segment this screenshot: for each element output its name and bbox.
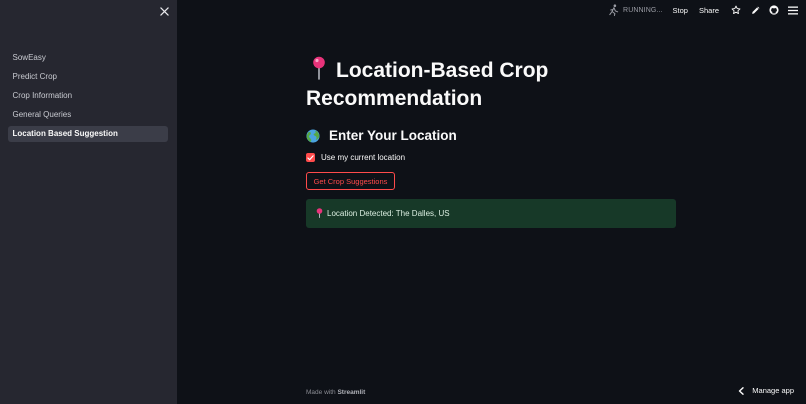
streamlit-link[interactable]: Streamlit xyxy=(337,389,365,396)
checkmark-icon xyxy=(307,154,314,160)
manage-app-label: Manage app xyxy=(752,386,794,395)
sidebar-item-predict-crop[interactable]: Predict Crop xyxy=(8,69,168,85)
stop-button[interactable]: Stop xyxy=(673,6,688,15)
main-content: Location-Based Crop Recommendation Enter… xyxy=(306,56,678,228)
github-icon[interactable] xyxy=(768,4,780,16)
close-sidebar-icon[interactable] xyxy=(157,4,171,18)
page-title: Location-Based Crop Recommendation xyxy=(306,56,678,113)
sidebar-nav: SowEasy Predict Crop Crop Information Ge… xyxy=(8,50,168,144)
round-pushpin-icon xyxy=(313,56,325,80)
share-button[interactable]: Share xyxy=(699,6,719,15)
sidebar-item-general-queries[interactable]: General Queries xyxy=(8,107,168,123)
globe-icon xyxy=(306,128,320,143)
sidebar-item-crop-information[interactable]: Crop Information xyxy=(8,88,168,104)
running-person-icon xyxy=(609,4,619,16)
location-detected-alert: Location Detected: The Dalles, US xyxy=(306,198,676,228)
footer-prefix: Made with xyxy=(306,389,336,396)
sidebar-item-location-based-suggestion[interactable]: Location Based Suggestion xyxy=(8,125,168,142)
manage-app-button[interactable]: Manage app xyxy=(738,386,794,395)
sidebar: SowEasy Predict Crop Crop Information Ge… xyxy=(0,0,177,404)
page-title-text: Location-Based Crop Recommendation xyxy=(306,59,549,110)
use-current-location-checkbox-row[interactable]: Use my current location xyxy=(306,153,678,162)
section-subheader-text: Enter Your Location xyxy=(329,128,457,143)
top-toolbar: RUNNING... Stop Share xyxy=(608,0,806,20)
hamburger-menu-icon[interactable] xyxy=(787,4,799,16)
use-current-location-checkbox[interactable] xyxy=(306,153,315,162)
running-status-text: RUNNING... xyxy=(623,6,663,14)
running-status: RUNNING... xyxy=(608,4,663,16)
pencil-icon[interactable] xyxy=(749,4,761,16)
use-current-location-label: Use my current location xyxy=(321,153,406,162)
round-pushpin-icon xyxy=(316,208,323,218)
section-subheader: Enter Your Location xyxy=(306,128,678,143)
location-detected-text: Location Detected: The Dalles, US xyxy=(327,208,450,218)
footer: Made with Streamlit xyxy=(306,389,365,396)
star-icon[interactable] xyxy=(730,4,742,16)
chevron-left-icon xyxy=(739,386,744,395)
sidebar-item-soweasy[interactable]: SowEasy xyxy=(8,50,168,66)
get-crop-suggestions-button[interactable]: Get Crop Suggestions xyxy=(306,172,395,190)
